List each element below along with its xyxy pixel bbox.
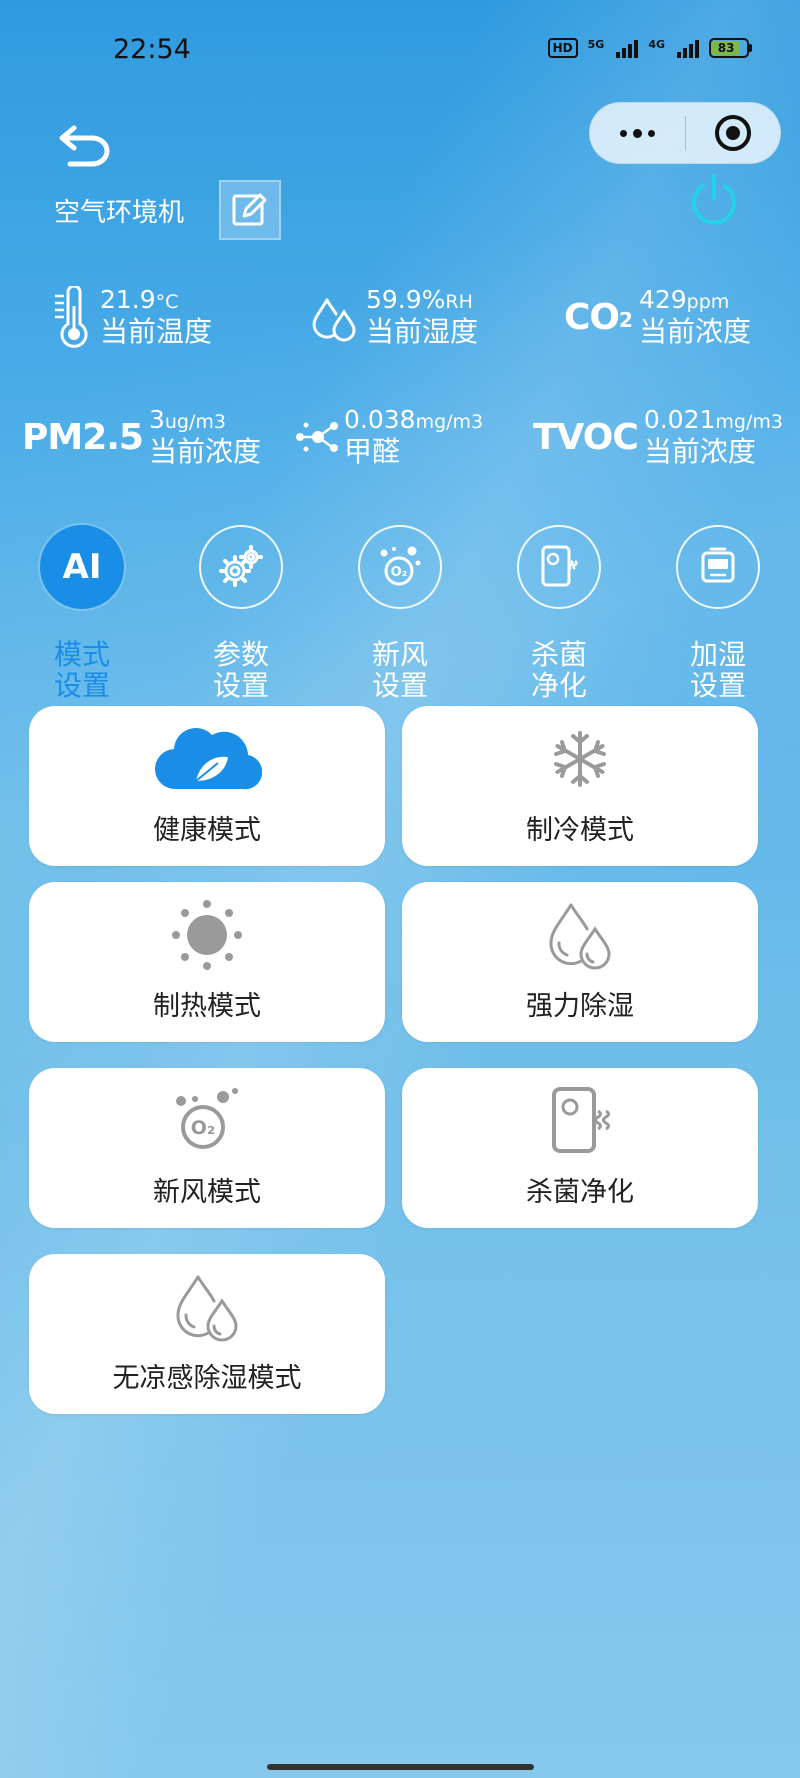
target-close-icon — [714, 115, 751, 151]
tvoc-icon: TVOC — [533, 416, 639, 458]
humidity-sensor: 59.9%RH 当前湿度 — [310, 286, 478, 348]
network-5g-label: 5G — [587, 38, 605, 51]
mode-card-cooling[interactable]: 制冷模式 — [402, 706, 758, 866]
humidity-value: 59.9% — [366, 285, 446, 314]
signal-icon — [616, 38, 639, 58]
pm25-abbr: PM2.5 — [22, 416, 144, 458]
mode-card-fresh-air[interactable]: O₂ 新风模式 — [29, 1068, 385, 1228]
molecule-icon — [292, 417, 344, 457]
tvoc-value: 0.021 — [643, 405, 716, 434]
tab-mode-settings[interactable]: AI 模式 设置 — [32, 525, 132, 701]
edit-name-button[interactable] — [219, 180, 281, 240]
tvoc-abbr: TVOC — [533, 416, 639, 458]
tab-parameter-settings[interactable]: 参数 设置 — [191, 525, 291, 701]
mini-program-capsule — [589, 102, 781, 164]
formaldehyde-label: 甲醛 — [344, 435, 401, 468]
humidity-unit: RH — [445, 291, 473, 313]
sun-icon — [169, 890, 245, 980]
tab-sterilize[interactable]: 杀菌 净化 — [509, 525, 609, 701]
mode-label: 健康模式 — [153, 815, 261, 846]
co2-sensor: CO 2 429ppm 当前浓度 — [564, 286, 751, 348]
pm25-value: 3 — [148, 405, 165, 434]
mode-label: 无凉感除湿模式 — [112, 1363, 302, 1394]
device-name: 空气环境机 — [54, 198, 185, 228]
co2-value: 429 — [638, 285, 687, 314]
more-dots-icon — [620, 129, 627, 137]
back-arrow-icon — [59, 125, 110, 167]
temperature-sensor: 21.9°C 当前温度 — [54, 286, 212, 348]
formaldehyde-value: 0.038 — [344, 405, 416, 434]
sterilize-icon — [542, 1076, 618, 1166]
co2-subscript: 2 — [619, 307, 633, 332]
droplets-icon — [545, 890, 615, 980]
svg-text:O₂: O₂ — [391, 565, 408, 580]
close-capsule-button[interactable] — [686, 103, 780, 163]
co2-unit: ppm — [686, 291, 730, 313]
snowflake-icon — [548, 714, 612, 804]
temperature-unit: °C — [155, 291, 179, 313]
tab-label: 参数 设置 — [212, 638, 269, 702]
pm25-icon: PM2.5 — [22, 416, 144, 458]
mode-label: 制热模式 — [153, 991, 261, 1022]
power-button[interactable] — [686, 172, 742, 228]
humidity-label: 当前湿度 — [366, 315, 479, 348]
mode-label: 强力除湿 — [526, 991, 634, 1022]
status-icons: HD 5G 4G 83 — [547, 38, 752, 58]
battery-icon: 83 — [709, 38, 752, 58]
power-icon — [692, 174, 736, 225]
tab-label: 加湿 设置 — [689, 638, 746, 702]
mode-card-strong-dehumidify[interactable]: 强力除湿 — [402, 882, 758, 1042]
mode-card-health[interactable]: 健康模式 — [29, 706, 385, 866]
edit-icon — [232, 193, 267, 226]
tab-humidify-settings[interactable]: 加湿 设置 — [668, 525, 768, 701]
sterilize-icon — [517, 525, 601, 609]
status-time: 22:54 — [113, 34, 191, 65]
thermometer-icon — [54, 286, 94, 348]
network-4g-label: 4G — [648, 38, 665, 51]
cloud-leaf-icon — [152, 714, 262, 804]
co2-label: 当前浓度 — [638, 315, 751, 348]
tvoc-sensor: TVOC 0.021mg/m3 当前浓度 — [533, 406, 783, 468]
tvoc-label: 当前浓度 — [643, 435, 756, 468]
tab-label: 杀菌 净化 — [530, 638, 587, 702]
home-indicator[interactable] — [267, 1764, 534, 1770]
gears-icon — [199, 525, 283, 609]
mode-label: 杀菌净化 — [526, 1177, 634, 1208]
pm25-label: 当前浓度 — [148, 435, 261, 468]
mode-card-no-chill-dehumidify[interactable]: 无凉感除湿模式 — [29, 1254, 385, 1414]
tab-fresh-air-settings[interactable]: O₂ 新风 设置 — [350, 525, 450, 701]
droplets-icon — [172, 1262, 242, 1352]
back-button[interactable] — [56, 122, 116, 170]
mode-card-heating[interactable]: 制热模式 — [29, 882, 385, 1042]
signal-icon — [677, 38, 699, 58]
status-bar: 22:54 HD 5G 4G 83 — [0, 0, 800, 100]
ai-icon: AI — [40, 525, 124, 609]
formaldehyde-unit: mg/m3 — [415, 411, 484, 433]
mode-card-sterilize[interactable]: 杀菌净化 — [402, 1068, 758, 1228]
battery-level: 83 — [712, 41, 741, 55]
co2-abbr: CO — [564, 296, 620, 338]
tab-label: 模式 设置 — [53, 638, 110, 702]
oxygen-icon: O₂ — [169, 1076, 245, 1166]
svg-text:O₂: O₂ — [191, 1117, 215, 1139]
oxygen-icon: O₂ — [358, 525, 442, 609]
pm25-sensor: PM2.5 3ug/m3 当前浓度 — [22, 406, 261, 468]
temperature-label: 当前温度 — [100, 315, 213, 348]
tab-label: 新风 设置 — [371, 638, 428, 702]
temperature-value: 21.9 — [100, 285, 156, 314]
humidifier-icon — [676, 525, 760, 609]
tvoc-unit: mg/m3 — [715, 411, 783, 433]
mode-label: 制冷模式 — [526, 815, 634, 846]
more-button[interactable] — [590, 103, 685, 163]
pm25-unit: ug/m3 — [164, 411, 226, 433]
humidity-drops-icon — [310, 292, 360, 342]
mode-label: 新风模式 — [153, 1177, 261, 1208]
co2-icon: CO 2 — [564, 297, 633, 338]
ai-icon-text: AI — [62, 547, 102, 587]
hd-badge: HD — [547, 38, 578, 58]
formaldehyde-sensor: 0.038mg/m3 甲醛 — [292, 406, 483, 468]
